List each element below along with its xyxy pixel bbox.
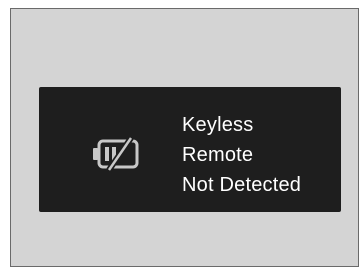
illustration-frame: Keyless Remote Not Detected xyxy=(10,8,359,267)
message-line-2: Remote xyxy=(182,144,254,166)
warning-message: Keyless Remote Not Detected xyxy=(182,110,301,200)
message-line-3: Not Detected xyxy=(182,174,302,196)
instrument-display: Keyless Remote Not Detected xyxy=(39,87,341,212)
low-battery-icon xyxy=(93,137,139,171)
message-line-1: Keyless xyxy=(182,114,254,136)
